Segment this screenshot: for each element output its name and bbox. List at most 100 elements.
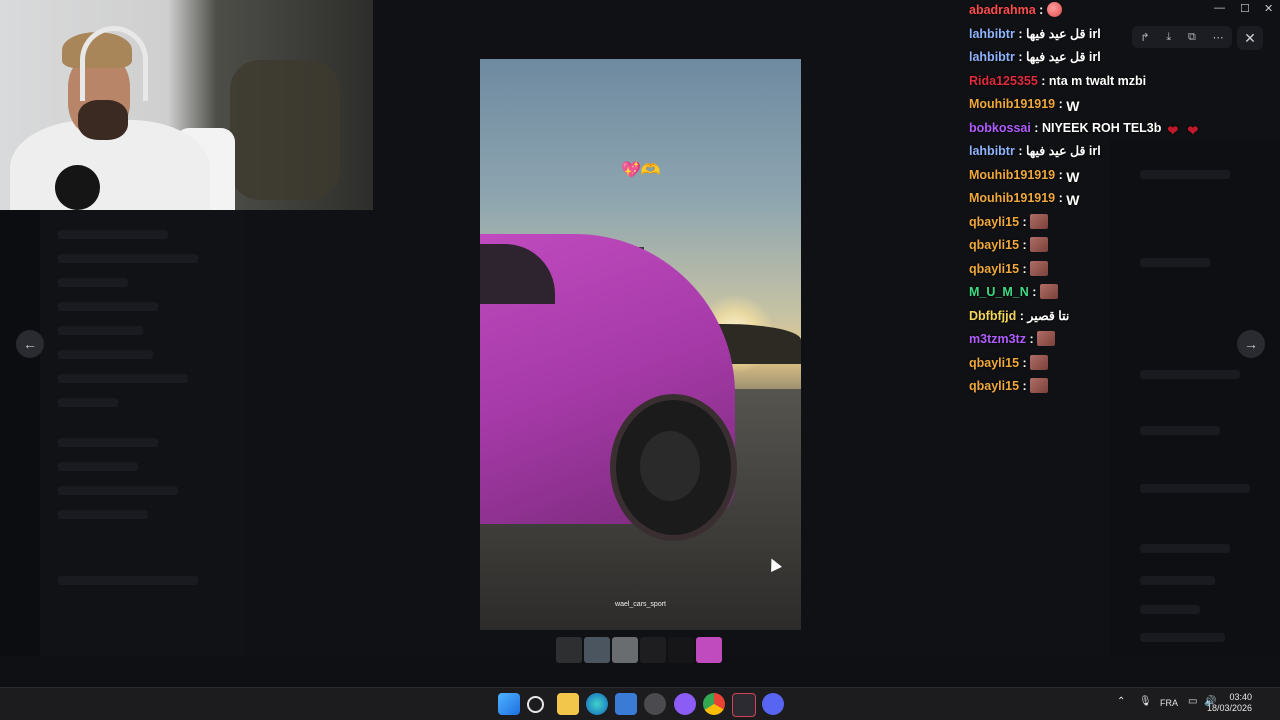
chat-text: قل عيد فيها irl bbox=[1025, 144, 1101, 158]
microphone-shape bbox=[55, 165, 100, 210]
chat-separator: : bbox=[1019, 379, 1031, 393]
chat-message: qbayli15 : bbox=[969, 212, 1229, 236]
maximize-icon[interactable]: ☐ bbox=[1240, 2, 1250, 15]
store-icon[interactable] bbox=[615, 693, 637, 715]
tray-overflow-icon[interactable]: ⌃ bbox=[1117, 696, 1125, 707]
member-row bbox=[1140, 426, 1220, 435]
thumbnail[interactable] bbox=[668, 637, 694, 663]
chat-separator: : bbox=[1055, 167, 1067, 182]
chat-text: NIYEEK ROH TEL3b bbox=[1041, 120, 1162, 135]
windows-taskbar: ⌃ 🎙 FRA ▭ 🔊 03:40 18/03/2026 bbox=[0, 687, 1280, 720]
chat-message: M_U_M_N : bbox=[969, 282, 1229, 306]
channel-row bbox=[58, 230, 168, 239]
chat-username: lahbibtr bbox=[969, 144, 1015, 158]
member-row bbox=[1140, 544, 1230, 553]
channel-row bbox=[58, 576, 198, 585]
emote-icon bbox=[1039, 284, 1058, 299]
viewer-image[interactable]: 💖🫶 wael_cars_sport bbox=[480, 59, 801, 630]
chat-separator: : bbox=[1019, 261, 1031, 276]
member-row bbox=[1140, 605, 1200, 614]
channel-row bbox=[58, 374, 188, 383]
heart-emoji-icon: ❤ bbox=[1187, 122, 1199, 138]
person-beard bbox=[78, 100, 128, 140]
chat-username: Dbfbfjjd bbox=[969, 308, 1017, 323]
stream-chat-overlay: abadrahma : lahbibtr : قل عيد فيها irl la… bbox=[969, 0, 1229, 400]
channel-row bbox=[58, 278, 128, 287]
chat-separator: : bbox=[1055, 97, 1067, 111]
chat-message: lahbibtr : قل عيد فيها irl bbox=[969, 24, 1229, 48]
discord-icon[interactable] bbox=[762, 693, 784, 715]
chat-message: Rida125355 : nta m twalt mzbi bbox=[969, 71, 1229, 95]
search-icon[interactable] bbox=[527, 696, 544, 713]
member-row bbox=[1140, 633, 1225, 642]
chat-text: nta m twalt mzbi bbox=[1048, 73, 1147, 88]
chat-username: qbayli15 bbox=[969, 214, 1020, 229]
chat-username: Mouhib191919 bbox=[969, 167, 1056, 182]
chat-username: qbayli15 bbox=[969, 379, 1020, 393]
thumbnail-strip bbox=[556, 637, 722, 663]
thumbnail[interactable] bbox=[612, 637, 638, 663]
chat-username: m3tzm3tz bbox=[969, 332, 1026, 346]
chat-message: m3tzm3tz : bbox=[969, 329, 1229, 353]
network-icon[interactable]: ▭ bbox=[1188, 696, 1197, 707]
chat-message: bobkossai : NIYEEK ROH TEL3b ❤ ❤ bbox=[969, 118, 1229, 142]
w-emote-icon: W bbox=[1066, 192, 1080, 208]
channel-row bbox=[58, 302, 158, 311]
chat-separator: : bbox=[1028, 285, 1040, 299]
media-player-icon[interactable] bbox=[732, 693, 756, 717]
channel-row bbox=[58, 254, 198, 263]
channel-row bbox=[58, 326, 143, 335]
chat-separator: : bbox=[1030, 120, 1042, 135]
image-watermark: wael_cars_sport bbox=[615, 601, 666, 608]
member-row bbox=[1140, 484, 1250, 493]
app2-icon[interactable] bbox=[674, 693, 696, 715]
previous-image-button[interactable]: ← bbox=[16, 330, 44, 358]
emote-icon bbox=[1030, 260, 1049, 276]
chat-message: qbayli15 : bbox=[969, 235, 1229, 259]
chat-message: Mouhib191919 : W bbox=[969, 165, 1229, 189]
w-emote-icon: W bbox=[1066, 168, 1080, 185]
chat-message: abadrahma : bbox=[969, 0, 1229, 24]
thumbnail[interactable] bbox=[584, 637, 610, 663]
start-icon[interactable] bbox=[498, 693, 520, 715]
chat-separator: : bbox=[1014, 50, 1026, 64]
chat-message: Dbfbfjjd : نتا قصير bbox=[969, 306, 1229, 330]
system-clock[interactable]: 03:40 18/03/2026 bbox=[1207, 692, 1252, 714]
chat-username: Rida125355 bbox=[969, 73, 1038, 88]
channel-row bbox=[58, 486, 178, 495]
chat-separator: : bbox=[1037, 73, 1049, 88]
chat-username: lahbibtr bbox=[969, 50, 1015, 64]
chat-text: قل عيد فيها irl bbox=[1025, 26, 1101, 41]
window-close-icon[interactable]: ✕ bbox=[1264, 2, 1273, 15]
chat-separator: : bbox=[1055, 191, 1067, 205]
edge-icon[interactable] bbox=[586, 693, 608, 715]
language-indicator[interactable]: FRA bbox=[1160, 698, 1178, 708]
angry-face-emoji-icon bbox=[1046, 2, 1062, 17]
chat-username: qbayli15 bbox=[969, 238, 1020, 252]
close-viewer-button[interactable]: ✕ bbox=[1237, 26, 1263, 50]
chat-separator: : bbox=[1016, 308, 1028, 323]
chat-message: qbayli15 : bbox=[969, 259, 1229, 283]
chrome-icon[interactable] bbox=[703, 693, 725, 715]
chat-message: qbayli15 : bbox=[969, 353, 1229, 377]
channel-list bbox=[40, 210, 245, 656]
emote-icon bbox=[1030, 213, 1049, 229]
chat-username: abadrahma bbox=[969, 3, 1036, 17]
chat-separator: : bbox=[1019, 214, 1031, 229]
channel-row bbox=[58, 350, 153, 359]
next-image-button[interactable]: → bbox=[1237, 330, 1265, 358]
chat-message: lahbibtr : قل عيد فيها irl bbox=[969, 141, 1229, 165]
file-explorer-icon[interactable] bbox=[557, 693, 579, 715]
chat-separator: : bbox=[1019, 355, 1031, 370]
chat-text: نتا قصير bbox=[1027, 308, 1070, 323]
headphones-shape bbox=[80, 26, 148, 101]
microphone-icon[interactable]: 🎙 bbox=[1139, 696, 1152, 707]
app-icon[interactable] bbox=[644, 693, 666, 715]
thumbnail[interactable] bbox=[556, 637, 582, 663]
thumbnail[interactable] bbox=[640, 637, 666, 663]
thumbnail[interactable] bbox=[696, 637, 722, 663]
clock-date: 18/03/2026 bbox=[1206, 703, 1252, 713]
chat-separator: : bbox=[1025, 332, 1038, 346]
chat-separator: : bbox=[1019, 238, 1031, 252]
emote-icon bbox=[1030, 354, 1049, 370]
